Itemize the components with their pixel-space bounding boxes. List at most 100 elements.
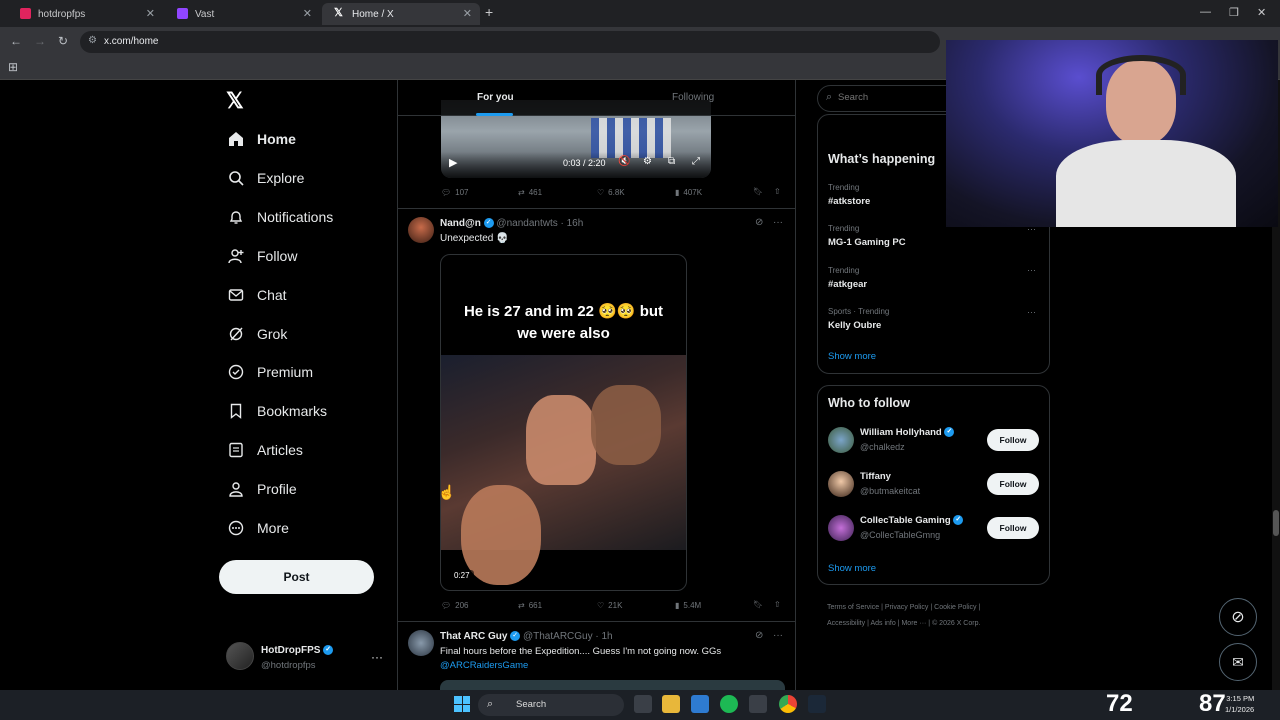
search-input[interactable] [838, 92, 938, 103]
post-button[interactable]: Post [219, 560, 374, 594]
tab-for-you[interactable]: For you [477, 92, 514, 103]
bookmark-button[interactable]: 🔖︎ [753, 187, 763, 196]
browser-tab-hotdropfps[interactable]: hotdropfps ✕ [8, 3, 163, 25]
avatar[interactable] [408, 217, 434, 243]
settings-icon[interactable]: ⚙ [643, 156, 652, 167]
reply-button[interactable]: 💬︎ 206 [441, 601, 469, 610]
grok-float-button[interactable]: ⊘ [1219, 598, 1257, 636]
post-more-icon[interactable]: ··· [773, 630, 783, 641]
post-age[interactable]: · 16h [561, 218, 584, 229]
sidebar-item-profile[interactable]: Profile [227, 472, 297, 506]
file-explorer-icon[interactable] [662, 695, 680, 713]
trend-item[interactable]: Sports · Trending Kelly Oubre [828, 307, 889, 331]
omnibox[interactable] [80, 31, 940, 53]
account-block[interactable]: HotDropFPS ✓ [261, 645, 334, 656]
hud-icon[interactable] [749, 695, 767, 713]
like-button[interactable]: ♡ 6.8K [597, 188, 625, 197]
scrollbar-thumb[interactable] [1273, 510, 1279, 536]
suggested-user[interactable]: CollecTable Gaming ✓ [860, 515, 964, 526]
sidebar-item-bookmarks[interactable]: Bookmarks [227, 394, 327, 428]
author-name[interactable]: That ARC Guy [440, 631, 507, 642]
windows-start-icon[interactable] [454, 696, 470, 712]
restore-window-button[interactable]: ❐ [1229, 6, 1239, 19]
trend-item[interactable]: Trending #atkstore [828, 183, 870, 207]
share-button[interactable]: ⇧ [774, 187, 781, 196]
avatar[interactable] [828, 427, 854, 453]
footer-more-link[interactable]: More ··· [901, 620, 926, 627]
post-more-icon[interactable]: ··· [773, 217, 783, 228]
views-button[interactable]: ▮ 407K [675, 188, 702, 197]
author-name[interactable]: Nand@n [440, 218, 481, 229]
follow-button[interactable]: Follow [987, 429, 1039, 451]
play-icon[interactable]: ▶ [449, 156, 457, 169]
site-info-icon[interactable]: ⚙ [88, 35, 97, 46]
sidebar-item-notifications[interactable]: Notifications [227, 200, 333, 234]
suggested-user[interactable]: William Hollyhand ✓ [860, 427, 955, 438]
reload-icon[interactable]: ↻ [58, 34, 68, 48]
sidebar-item-premium[interactable]: Premium [227, 355, 313, 389]
account-more-button[interactable]: ··· [371, 650, 383, 664]
author-handle[interactable]: @nandantwts [496, 218, 557, 229]
avatar[interactable] [226, 642, 254, 670]
notepad-icon[interactable] [691, 695, 709, 713]
close-tab-icon[interactable]: ✕ [303, 7, 312, 20]
reply-button[interactable]: 💬︎ 107 [441, 188, 469, 197]
views-button[interactable]: ▮ 5.4M [675, 601, 701, 610]
post-mention-link[interactable]: @ARCRaidersGame [440, 660, 528, 671]
trend-item[interactable]: Trending #atkgear [828, 266, 867, 290]
sidebar-item-chat[interactable]: Chat [227, 278, 287, 312]
url-text[interactable]: x.com/home [104, 36, 158, 47]
browser-tab-vast[interactable]: Vast ✕ [165, 3, 320, 25]
mute-icon[interactable]: 🔇 [618, 156, 630, 167]
back-arrow-icon[interactable]: ← [10, 34, 22, 48]
forward-arrow-icon[interactable]: → [34, 34, 46, 48]
taskbar-clock[interactable]: 3:15 PM 1/1/2026 [1225, 693, 1254, 715]
sidebar-item-explore[interactable]: Explore [227, 161, 304, 195]
sidebar-item-home[interactable]: Home [227, 122, 296, 156]
x-logo-icon[interactable]: 𝕏 [226, 88, 244, 114]
steam-icon[interactable] [808, 695, 826, 713]
chrome-icon[interactable] [779, 695, 797, 713]
trend-more-icon[interactable]: ··· [1027, 265, 1036, 275]
footer-terms-link[interactable]: Terms of Service [827, 604, 879, 611]
show-more-link[interactable]: Show more [828, 351, 876, 362]
trend-more-icon[interactable]: ··· [1027, 307, 1036, 317]
apps-grid-icon[interactable]: ⊞ [8, 60, 18, 74]
repost-button[interactable]: ⇄ 461 [518, 188, 542, 197]
share-button[interactable]: ⇧ [774, 600, 781, 609]
new-tab-button[interactable]: + [485, 4, 493, 20]
post-age[interactable]: · 1h [595, 631, 612, 642]
avatar[interactable] [828, 471, 854, 497]
trend-item[interactable]: Trending MG-1 Gaming PC [828, 224, 906, 248]
close-window-button[interactable]: ✕ [1257, 6, 1266, 19]
repost-button[interactable]: ⇄ 661 [518, 601, 542, 610]
post-media[interactable] [440, 680, 785, 690]
browser-tab-home-x[interactable]: 𝕏 Home / X ✕ [322, 3, 480, 25]
user-name[interactable]: Tiffany [860, 471, 891, 482]
messages-float-button[interactable]: ✉ [1219, 643, 1257, 681]
task-view-icon[interactable] [634, 695, 652, 713]
bookmark-button[interactable]: 🔖︎ [753, 600, 763, 609]
close-tab-icon[interactable]: ✕ [146, 7, 155, 20]
sidebar-item-grok[interactable]: Grok [227, 317, 287, 351]
pip-icon[interactable]: ⧉ [668, 156, 675, 167]
fullscreen-icon[interactable]: ⤢ [692, 156, 700, 167]
tab-following[interactable]: Following [672, 92, 714, 103]
footer-ads-link[interactable]: Ads info [870, 620, 895, 627]
avatar[interactable] [828, 515, 854, 541]
grok-icon[interactable]: ⊘ [755, 217, 763, 228]
avatar[interactable] [408, 630, 434, 656]
minimize-window-button[interactable]: — [1200, 6, 1211, 18]
taskbar-search[interactable]: Search [478, 694, 624, 716]
close-tab-icon[interactable]: ✕ [463, 7, 472, 20]
footer-cookie-link[interactable]: Cookie Policy [934, 604, 976, 611]
spotify-icon[interactable] [720, 695, 738, 713]
footer-privacy-link[interactable]: Privacy Policy [885, 604, 929, 611]
follow-button[interactable]: Follow [987, 517, 1039, 539]
follow-button[interactable]: Follow [987, 473, 1039, 495]
footer-accessibility-link[interactable]: Accessibility [827, 620, 865, 627]
grok-icon[interactable]: ⊘ [755, 630, 763, 641]
sidebar-item-articles[interactable]: Articles [227, 433, 303, 467]
like-button[interactable]: ♡ 21K [597, 601, 622, 610]
sidebar-item-follow[interactable]: Follow [227, 239, 297, 273]
